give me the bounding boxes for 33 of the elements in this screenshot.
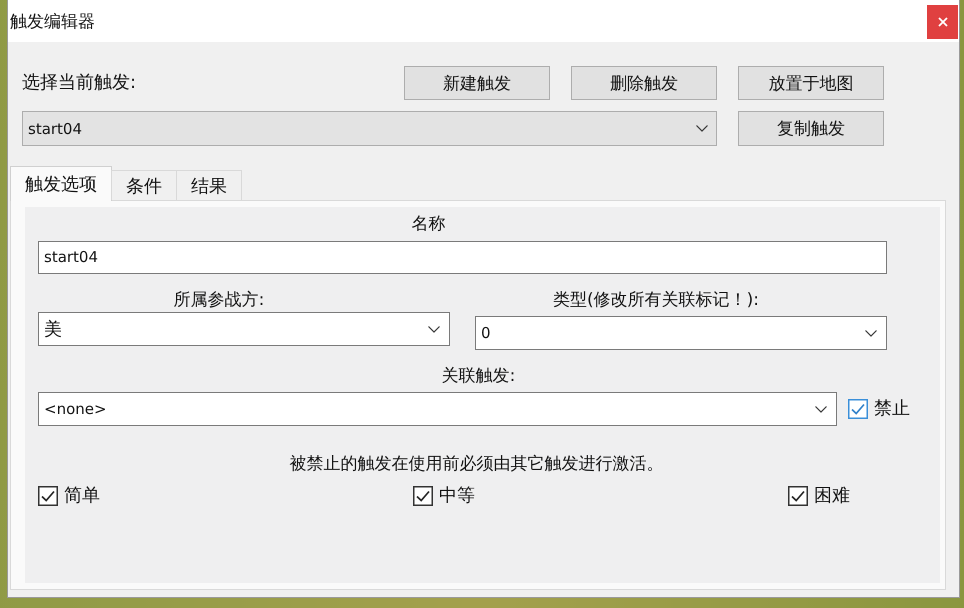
checkbox-label: 禁止 xyxy=(874,398,910,420)
name-label: 名称 xyxy=(412,214,446,234)
window-title: 触发编辑器 xyxy=(10,11,95,33)
checkbox-label: 简单 xyxy=(64,485,100,507)
toolbar-button[interactable]: 删除触发 xyxy=(571,66,717,100)
close-icon xyxy=(938,17,948,27)
side-dropdown[interactable]: 美 xyxy=(38,312,450,346)
linked-trigger-dropdown[interactable]: <none> xyxy=(38,392,837,426)
trigger-select-label: 选择当前触发: xyxy=(22,71,136,95)
checkbox[interactable] xyxy=(413,486,433,506)
chevron-down-icon xyxy=(815,406,827,412)
tab[interactable]: 条件 xyxy=(111,170,177,200)
type-label: 类型(修改所有关联标记！): xyxy=(553,290,759,310)
toolbar-button[interactable]: 复制触发 xyxy=(738,111,884,146)
checkbox-label: 中等 xyxy=(439,485,475,507)
tab[interactable]: 触发选项 xyxy=(10,166,112,201)
close-button[interactable] xyxy=(927,5,958,39)
note-text: 被禁止的触发在使用前必须由其它触发进行激活。 xyxy=(290,454,664,474)
tab[interactable]: 结果 xyxy=(176,170,242,200)
chevron-down-icon xyxy=(696,125,708,132)
toolbar-button[interactable]: 新建触发 xyxy=(404,66,550,100)
checkbox-label: 困难 xyxy=(814,485,850,507)
chevron-down-icon xyxy=(428,326,440,332)
name-field[interactable]: start04 xyxy=(38,241,887,274)
checkbox[interactable] xyxy=(38,486,58,506)
side-label: 所属参战方: xyxy=(174,290,264,310)
linked-trigger-label: 关联触发: xyxy=(442,366,516,386)
checkbox[interactable] xyxy=(848,399,868,419)
trigger-dropdown[interactable]: start04 xyxy=(22,111,717,146)
toolbar-button[interactable]: 放置于地图 xyxy=(738,66,884,100)
chevron-down-icon xyxy=(865,330,877,336)
checkbox[interactable] xyxy=(788,486,808,506)
type-dropdown[interactable]: 0 xyxy=(475,316,887,350)
